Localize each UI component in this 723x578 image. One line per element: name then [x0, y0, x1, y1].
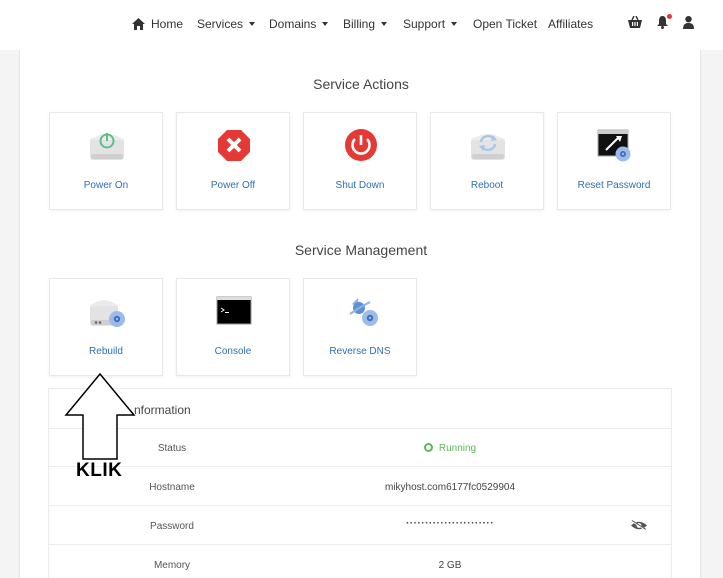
chevron-down-icon: [249, 22, 256, 26]
nav-services-label: Services: [197, 17, 244, 31]
bell-icon[interactable]: [657, 16, 668, 29]
service-actions-title: Service Actions: [313, 76, 409, 92]
status-indicator-icon: [423, 443, 433, 452]
nav-support-label: Support: [403, 17, 446, 31]
nav-domains-label: Domains: [269, 17, 317, 31]
console-icon: [215, 294, 253, 328]
top-navbar: Home Services Domains Billing Support Op…: [0, 0, 723, 50]
chevron-down-icon: [451, 22, 458, 26]
table-row: Memory 2 GB: [49, 546, 671, 578]
service-information-table: nformation Status Running Hostname mikyh…: [48, 388, 672, 578]
eye-slash-icon[interactable]: [630, 520, 648, 531]
password-label: Password: [150, 521, 194, 532]
console-label: Console: [214, 346, 252, 357]
memory-label: Memory: [153, 560, 191, 571]
nav-home-label: Home: [151, 17, 184, 31]
password-dots: ·······················: [405, 518, 495, 529]
table-row: Hostname mikyhost.com6177fc0529904: [49, 468, 671, 506]
power-off-icon: [215, 128, 253, 162]
nav-open-ticket-label: Open Ticket: [473, 17, 538, 31]
memory-value: 2 GB: [438, 560, 462, 571]
service-panel: Service Actions Power On Power Off Shut …: [19, 50, 701, 578]
info-title: nformation: [134, 403, 191, 417]
nav-open-ticket[interactable]: Open Ticket: [473, 17, 537, 31]
reboot-label: Reboot: [470, 180, 504, 191]
hostname-label: Hostname: [149, 482, 195, 493]
nav-affiliates-label: Affiliates: [548, 17, 594, 31]
hostname-value: mikyhost.com6177fc0529904: [384, 482, 516, 493]
status-text: Running: [438, 443, 477, 454]
reboot-icon: [469, 128, 507, 162]
rebuild-card[interactable]: Rebuild: [49, 278, 163, 376]
console-card[interactable]: Console: [176, 278, 290, 376]
up-arrow-icon: [64, 373, 136, 460]
reset-password-label: Reset Password: [577, 180, 651, 191]
shut-down-card[interactable]: Shut Down: [303, 112, 417, 210]
nav-domains[interactable]: Domains: [269, 17, 329, 31]
user-icon[interactable]: [683, 16, 694, 29]
table-row: Password ·······················: [49, 507, 671, 545]
chevron-down-icon: [322, 22, 329, 26]
nav-billing[interactable]: Billing: [343, 17, 388, 31]
info-header: nformation: [49, 389, 671, 429]
status-value: Running: [295, 443, 605, 454]
power-on-icon: [88, 128, 126, 162]
chevron-down-icon: [381, 22, 388, 26]
cart-icon[interactable]: [628, 16, 642, 29]
power-on-label: Power On: [83, 180, 129, 191]
notification-dot: [667, 14, 672, 19]
power-on-card[interactable]: Power On: [49, 112, 163, 210]
nav-billing-label: Billing: [343, 17, 376, 31]
password-value: ·······················: [295, 518, 605, 532]
shutdown-icon: [342, 128, 380, 162]
reverse-dns-icon: [342, 294, 380, 328]
klik-label: KLIK: [76, 460, 123, 481]
nav-support[interactable]: Support: [403, 17, 458, 31]
rebuild-icon: [88, 294, 126, 328]
nav-home[interactable]: Home: [132, 17, 183, 31]
reverse-dns-card[interactable]: Reverse DNS: [303, 278, 417, 376]
nav-services[interactable]: Services: [197, 17, 256, 31]
table-row: Status Running: [49, 429, 671, 467]
reset-password-card[interactable]: Reset Password: [557, 112, 671, 210]
power-off-card[interactable]: Power Off: [176, 112, 290, 210]
shut-down-label: Shut Down: [335, 180, 385, 191]
power-off-label: Power Off: [210, 180, 256, 191]
service-management-title: Service Management: [294, 242, 428, 258]
reset-password-icon: [596, 128, 634, 162]
reverse-dns-label: Reverse DNS: [329, 346, 391, 357]
nav-affiliates[interactable]: Affiliates: [548, 17, 593, 31]
rebuild-label: Rebuild: [89, 346, 123, 357]
reboot-card[interactable]: Reboot: [430, 112, 544, 210]
home-icon: [132, 18, 145, 30]
